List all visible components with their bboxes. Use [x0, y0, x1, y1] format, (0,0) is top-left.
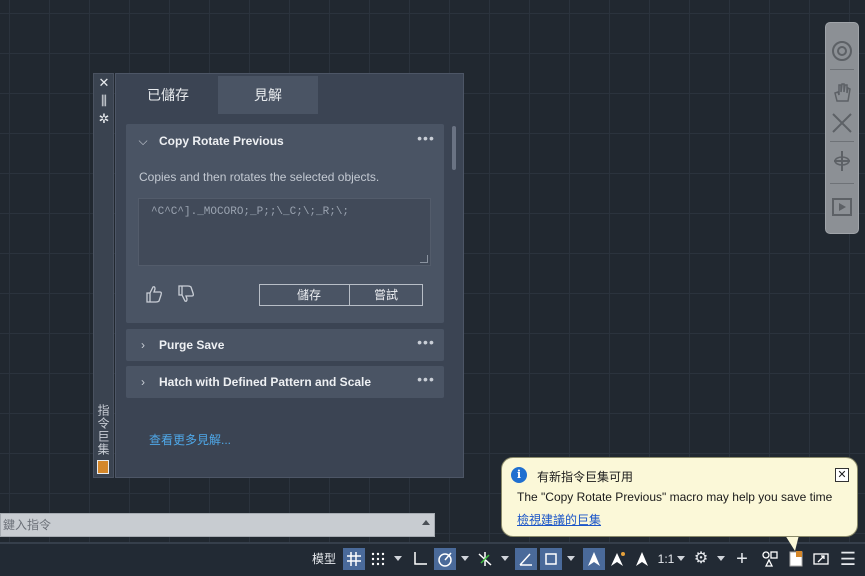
ortho-icon[interactable] — [409, 548, 431, 570]
macro-text: ^C^C^]._MOCORO;_P;;\_C;\;_R;\; — [151, 206, 350, 218]
chevron-down-icon[interactable] — [394, 556, 402, 561]
info-icon: i — [511, 467, 527, 483]
thumbs-down-icon[interactable] — [176, 284, 196, 304]
chevron-down-icon[interactable] — [501, 556, 509, 561]
notification-message: The "Copy Rotate Previous" macro may hel… — [517, 490, 833, 504]
insight-card-expanded: ⌵ Copy Rotate Previous ••• Copies and th… — [126, 124, 444, 323]
close-icon[interactable]: ✕ — [97, 76, 111, 90]
chevron-down-icon[interactable]: ⌵ — [136, 134, 150, 148]
chevron-down-icon[interactable] — [717, 556, 725, 561]
more-options-icon[interactable]: ••• — [416, 371, 436, 387]
polar-tracking-icon[interactable] — [434, 548, 456, 570]
annotation-scale-icon[interactable] — [631, 548, 653, 570]
insight-card[interactable]: › Hatch with Defined Pattern and Scale •… — [126, 366, 444, 398]
object-snap-icon[interactable] — [540, 548, 562, 570]
thumbs-up-icon[interactable] — [144, 284, 164, 304]
more-options-icon[interactable]: ••• — [416, 130, 436, 146]
notification-pointer — [785, 535, 799, 551]
steering-wheel-icon[interactable] — [830, 39, 854, 63]
insights-list: ⌵ Copy Rotate Previous ••• Copies and th… — [126, 124, 446, 409]
annotation-monitor-icon[interactable]: + — [731, 548, 753, 570]
chevron-down-icon[interactable] — [567, 556, 575, 561]
annotation-visibility-icon[interactable] — [583, 548, 605, 570]
macro-advisor-icon[interactable] — [785, 548, 807, 570]
palette-title: 指令巨集 — [96, 404, 110, 456]
card-description: Copies and then rotates the selected obj… — [139, 170, 380, 184]
isodraft-icon[interactable] — [474, 548, 496, 570]
chevron-right-icon[interactable]: › — [136, 338, 150, 352]
auto-hide-icon[interactable]: ⫼ — [97, 94, 111, 108]
status-bar: 模型 1:1 ⚙ + ☰ — [0, 542, 865, 576]
object-snap-tracking-icon[interactable] — [515, 548, 537, 570]
chevron-right-icon[interactable]: › — [136, 375, 150, 389]
see-more-insights-link[interactable]: 查看更多見解... — [149, 431, 231, 448]
more-options-icon[interactable]: ••• — [416, 334, 436, 350]
card-title: Purge Save — [159, 338, 225, 352]
customization-menu-icon[interactable]: ☰ — [837, 548, 859, 570]
orbit-icon[interactable] — [830, 149, 854, 173]
scale-value[interactable]: 1:1 — [655, 548, 677, 570]
view-suggested-macro-link[interactable]: 檢視建議的巨集 — [517, 511, 601, 528]
command-line — [0, 513, 435, 537]
chevron-down-icon[interactable] — [677, 556, 685, 561]
command-macros-palette: 已儲存 見解 ⌵ Copy Rotate Previous ••• Copies… — [115, 73, 464, 478]
navigation-bar — [825, 22, 859, 234]
card-title: Copy Rotate Previous — [159, 134, 284, 148]
auto-scale-icon[interactable] — [607, 548, 629, 570]
isolate-objects-icon[interactable] — [758, 548, 782, 570]
command-input[interactable] — [1, 516, 405, 534]
tab-saved[interactable]: 已儲存 — [118, 76, 218, 114]
save-button[interactable]: 儲存 — [259, 284, 359, 306]
chevron-down-icon[interactable] — [461, 556, 469, 561]
close-button[interactable]: ✕ — [835, 468, 849, 482]
card-title: Hatch with Defined Pattern and Scale — [159, 375, 372, 389]
insight-card[interactable]: › Purge Save ••• — [126, 329, 444, 361]
tab-bar: 已儲存 見解 — [116, 74, 463, 114]
scrollbar[interactable] — [452, 126, 456, 170]
zoom-icon[interactable] — [830, 111, 854, 135]
workspace-gear-icon[interactable]: ⚙ — [690, 548, 712, 570]
model-space-button[interactable]: 模型 — [309, 548, 339, 570]
pan-hand-icon[interactable] — [830, 81, 854, 105]
palette-title-strip: ✕ ⫼ ✲ 指令巨集 — [93, 73, 114, 478]
command-history-arrow-icon[interactable] — [422, 520, 430, 525]
grid-icon[interactable] — [343, 548, 365, 570]
notification-title: 有新指令巨集可用 — [537, 470, 634, 484]
tab-insights[interactable]: 見解 — [218, 76, 318, 114]
card-header[interactable]: ⌵ Copy Rotate Previous ••• — [126, 124, 444, 158]
notification-balloon: i 有新指令巨集可用 ✕ The "Copy Rotate Previous" … — [501, 457, 858, 537]
snap-icon[interactable] — [368, 548, 388, 570]
resize-grip-icon[interactable] — [420, 255, 428, 263]
fullscreen-icon[interactable] — [810, 548, 832, 570]
showmotion-icon[interactable] — [830, 195, 854, 219]
macro-palette-icon — [97, 460, 109, 474]
try-button[interactable]: 嘗試 — [349, 284, 423, 306]
macro-text-area[interactable]: ^C^C^]._MOCORO;_P;;\_C;\;_R;\; — [138, 198, 431, 266]
properties-icon[interactable]: ✲ — [97, 112, 111, 126]
